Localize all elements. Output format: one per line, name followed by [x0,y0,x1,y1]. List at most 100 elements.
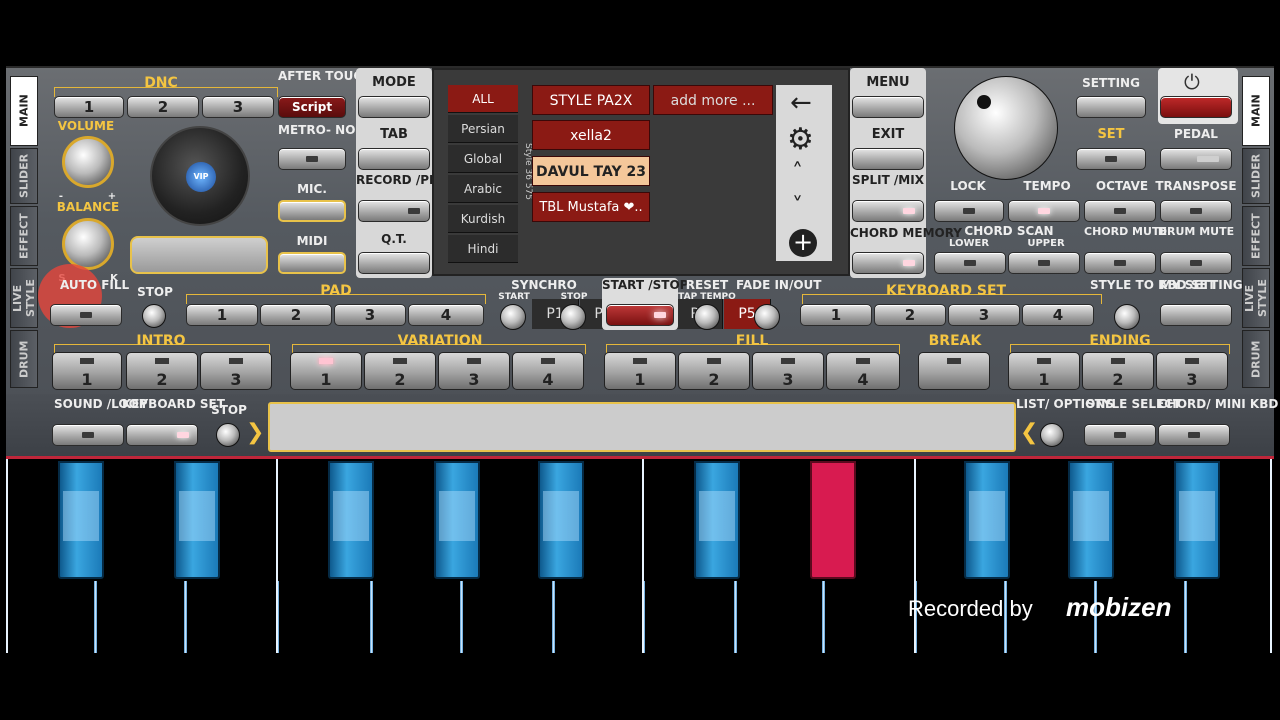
chord-mini-kbd-button[interactable] [1158,424,1230,446]
script-button[interactable]: Script [278,96,346,118]
pad-button-3[interactable]: 3 [334,304,406,326]
loop-stop-button[interactable] [216,423,240,447]
category-arabic[interactable]: Arabic [448,175,518,203]
display-screen[interactable] [130,236,268,274]
pedal-button[interactable] [1160,148,1232,170]
black-key[interactable] [964,461,1010,579]
drum-mute-button[interactable] [1160,252,1232,274]
transpose-button[interactable] [1160,200,1232,222]
intro-button-2[interactable]: 2 [126,352,198,390]
chevron-down-icon[interactable]: ˅ [792,194,803,219]
black-key[interactable] [694,461,740,579]
mic-button[interactable] [278,200,346,222]
keyboard-set-button-1[interactable]: 1 [800,304,872,326]
start-stop-button[interactable] [606,304,674,326]
qt-button[interactable] [358,252,430,274]
setting-button[interactable] [1076,96,1146,118]
side-tab-drum-right[interactable]: DRUM [1242,330,1270,388]
pad-stop-button[interactable] [142,304,166,328]
chord-memory-button[interactable] [852,252,924,274]
black-key[interactable] [174,461,220,579]
auto-fill-button[interactable] [50,304,122,326]
side-tab-slider-left[interactable]: SLIDER [10,148,38,204]
fill-button-1[interactable]: 1 [604,352,676,390]
fill-button-3[interactable]: 3 [752,352,824,390]
keyboard-set-button-2[interactable]: 2 [874,304,946,326]
my-setting-button[interactable] [1160,304,1232,326]
intro-button-3[interactable]: 3 [200,352,272,390]
category-global[interactable]: Global [448,145,518,173]
side-tab-main-left[interactable]: MAIN [10,76,38,146]
add-icon[interactable]: + [789,229,817,257]
power-button[interactable] [1160,96,1232,118]
chevron-up-icon[interactable]: ˄ [792,160,803,185]
keyboard-set-button-4[interactable]: 4 [1022,304,1094,326]
style-item-1[interactable]: STYLE PA2X [532,85,650,115]
synchro-stop-button[interactable] [560,304,586,330]
chord-scan-upper-button[interactable] [1008,252,1080,274]
style-item-2[interactable]: xella2 [532,120,650,150]
sound-loop-button[interactable] [52,424,124,446]
side-tab-slider-right[interactable]: SLIDER [1242,148,1270,204]
tempo-button[interactable] [1008,200,1080,222]
side-tab-drum-left[interactable]: DRUM [10,330,38,388]
fill-button-4[interactable]: 4 [826,352,900,390]
ending-button-3[interactable]: 3 [1156,352,1228,390]
midi-button[interactable] [278,252,346,274]
category-kurdish[interactable]: Kurdish [448,205,518,233]
side-tab-effect-left[interactable]: EFFECT [10,206,38,266]
style-item-4[interactable]: TBL Mustafa ❤.. [532,192,650,222]
octave-button[interactable] [1084,200,1156,222]
side-tab-live-style-left[interactable]: LIVE STYLE [10,268,38,328]
back-arrow-icon[interactable]: ← [790,88,812,118]
black-key[interactable] [538,461,584,579]
black-key[interactable] [328,461,374,579]
volume-knob[interactable] [62,136,114,188]
category-hindi[interactable]: Hindi [448,235,518,263]
intro-button-1[interactable]: 1 [52,352,122,390]
black-key[interactable] [810,461,856,579]
style-select-button[interactable] [1084,424,1156,446]
balance-knob[interactable] [62,218,114,270]
gear-icon[interactable]: ⚙ [787,122,814,157]
ending-button-2[interactable]: 2 [1082,352,1154,390]
style-item-add-more[interactable]: add more ... [653,85,773,115]
split-mix-button[interactable] [852,200,924,222]
chord-scan-lower-button[interactable] [934,252,1006,274]
pad-button-4[interactable]: 4 [408,304,484,326]
keyboard-set-2-button[interactable] [126,424,198,446]
mode-button[interactable] [358,96,430,118]
reset-button[interactable] [694,304,720,330]
style-item-3-selected[interactable]: DAVUL TAY 23 [532,156,650,186]
set-button[interactable] [1076,148,1146,170]
fade-button[interactable] [754,304,780,330]
tempo-dial[interactable] [954,76,1058,180]
dnc-button-2[interactable]: 2 [127,96,199,118]
black-key[interactable] [434,461,480,579]
black-key[interactable] [1174,461,1220,579]
power-icon[interactable]: ⏻ [1184,70,1200,94]
chord-mute-button[interactable] [1084,252,1156,274]
variation-button-4[interactable]: 4 [512,352,584,390]
tab-button[interactable] [358,148,430,170]
fill-button-2[interactable]: 2 [678,352,750,390]
category-all[interactable]: ALL [448,85,518,113]
side-tab-effect-right[interactable]: EFFECT [1242,206,1270,266]
category-persian[interactable]: Persian [448,115,518,143]
dnc-button-3[interactable]: 3 [202,96,274,118]
record-play-button[interactable] [358,200,430,222]
break-button[interactable] [918,352,990,390]
black-key[interactable] [58,461,104,579]
variation-button-1[interactable]: 1 [290,352,362,390]
variation-button-3[interactable]: 3 [438,352,510,390]
black-key[interactable] [1068,461,1114,579]
keyboard-set-button-3[interactable]: 3 [948,304,1020,326]
exit-button[interactable] [852,148,924,170]
slots-left-chevron-icon[interactable]: ❮ [1020,420,1038,445]
jog-wheel[interactable]: VIP [150,126,250,226]
metronome-button[interactable] [278,148,346,170]
synchro-start-button[interactable] [500,304,526,330]
variation-button-2[interactable]: 2 [364,352,436,390]
menu-button[interactable] [852,96,924,118]
dnc-button-1[interactable]: 1 [54,96,124,118]
